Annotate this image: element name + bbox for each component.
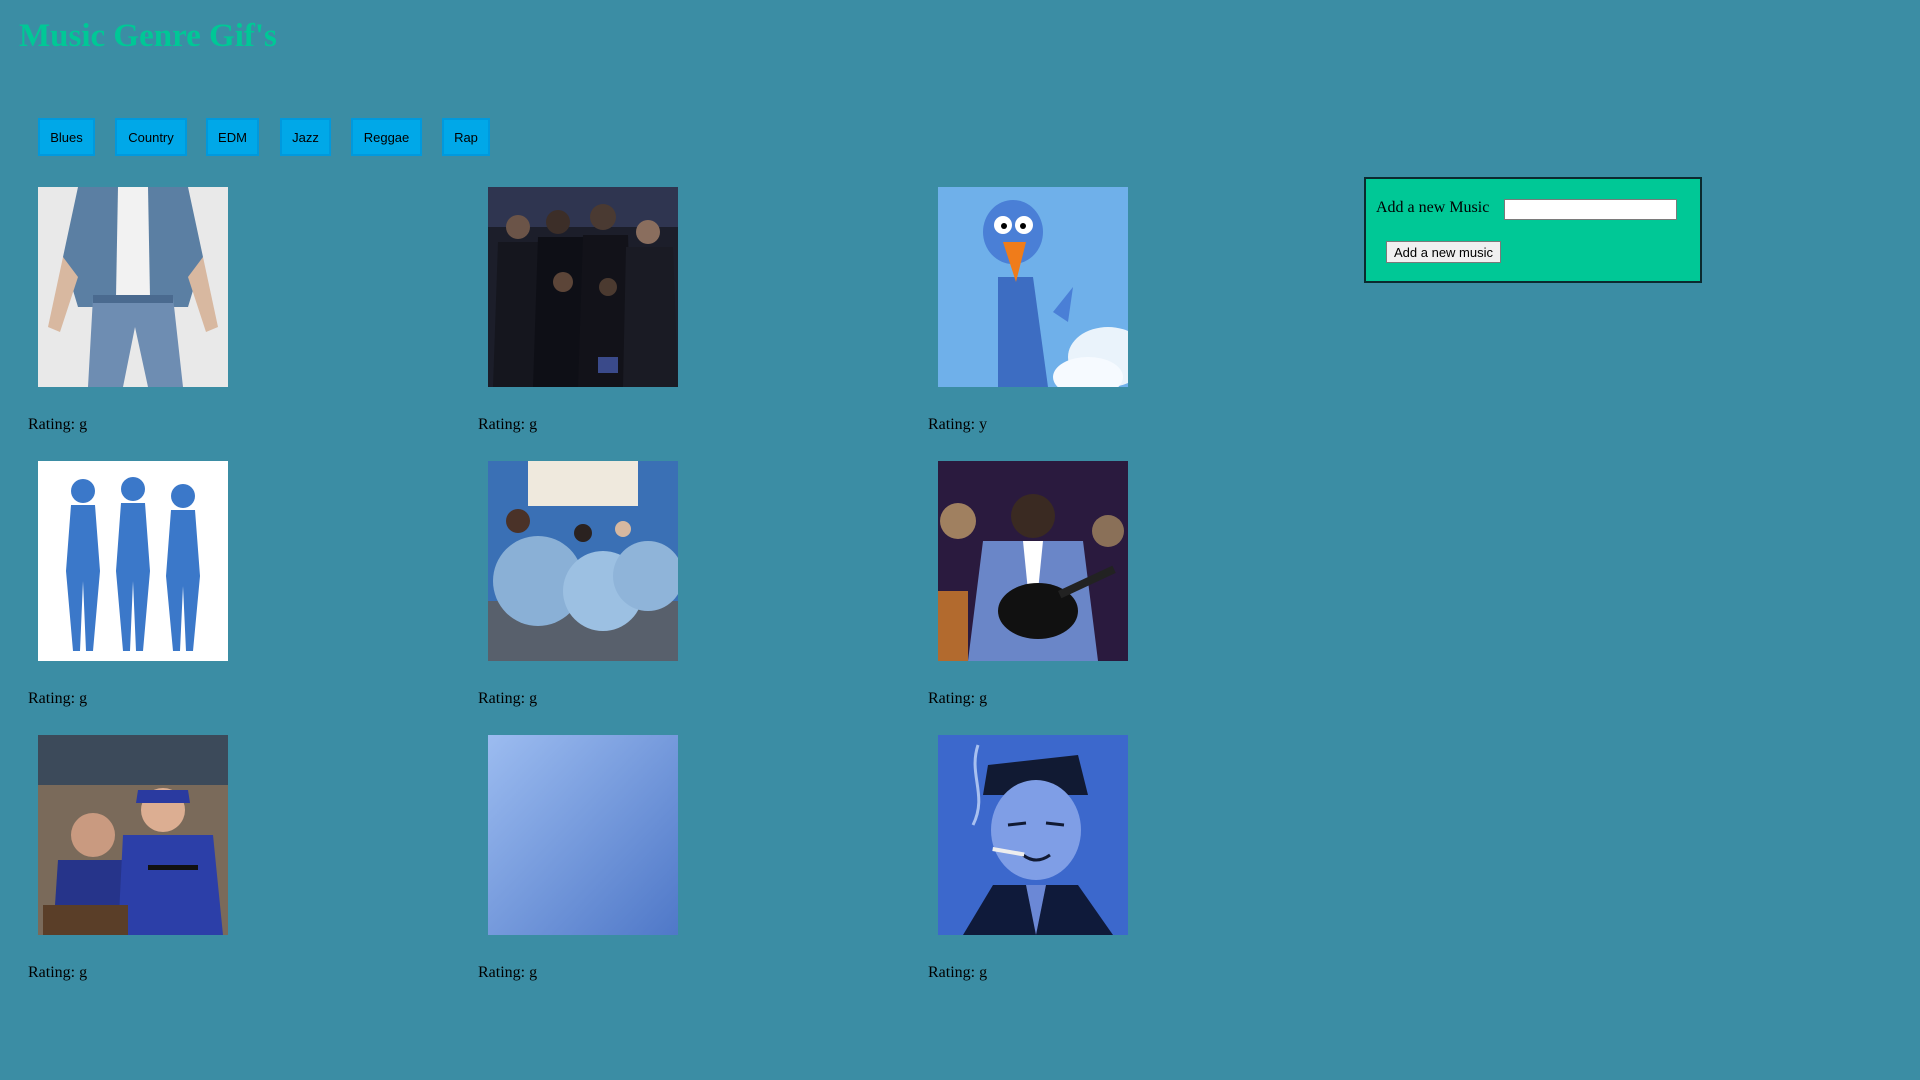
gif-image[interactable] — [938, 735, 1128, 935]
guitarist-performing-image — [938, 461, 1128, 661]
gif-image[interactable] — [938, 461, 1128, 661]
genre-button-jazz[interactable]: Jazz — [280, 118, 331, 156]
athlete-at-podium-image — [38, 735, 228, 935]
gif-image[interactable] — [488, 735, 678, 935]
gif-rating: Rating: g — [28, 964, 88, 981]
gif-image[interactable] — [38, 735, 228, 935]
genre-button-country[interactable]: Country — [115, 118, 187, 156]
blue-bodysuit-dancers-image — [38, 461, 228, 661]
gif-image[interactable] — [938, 187, 1128, 387]
gif-image[interactable] — [488, 461, 678, 661]
gif-rating: Rating: g — [478, 964, 538, 981]
add-music-panel: Add a new Music Add a new music — [1364, 177, 1702, 283]
exercise-balls-image — [488, 461, 678, 661]
blurry-blue-image — [488, 735, 678, 935]
genre-button-reggae[interactable]: Reggae — [351, 118, 422, 156]
cartoon-blue-bird-image — [938, 187, 1128, 387]
gif-rating: Rating: g — [928, 964, 988, 981]
audience-clapping-image — [488, 187, 678, 387]
smoking-musician-illustration-image — [938, 735, 1128, 935]
add-music-button[interactable]: Add a new music — [1386, 241, 1501, 263]
gif-rating: Rating: y — [928, 416, 988, 433]
gif-rating: Rating: g — [928, 690, 988, 707]
gif-image[interactable] — [38, 187, 228, 387]
genre-button-edm[interactable]: EDM — [206, 118, 259, 156]
gif-rating: Rating: g — [28, 416, 88, 433]
gif-rating: Rating: g — [28, 690, 88, 707]
add-music-label: Add a new Music — [1376, 199, 1490, 216]
gif-rating: Rating: g — [478, 690, 538, 707]
gif-image[interactable] — [488, 187, 678, 387]
add-music-input[interactable] — [1504, 199, 1677, 220]
gif-image[interactable] — [38, 461, 228, 661]
denim-outfit-image — [38, 187, 228, 387]
page-title: Music Genre Gif's — [19, 18, 277, 54]
genre-button-blues[interactable]: Blues — [38, 118, 95, 156]
genre-button-rap[interactable]: Rap — [442, 118, 490, 156]
gif-rating: Rating: g — [478, 416, 538, 433]
